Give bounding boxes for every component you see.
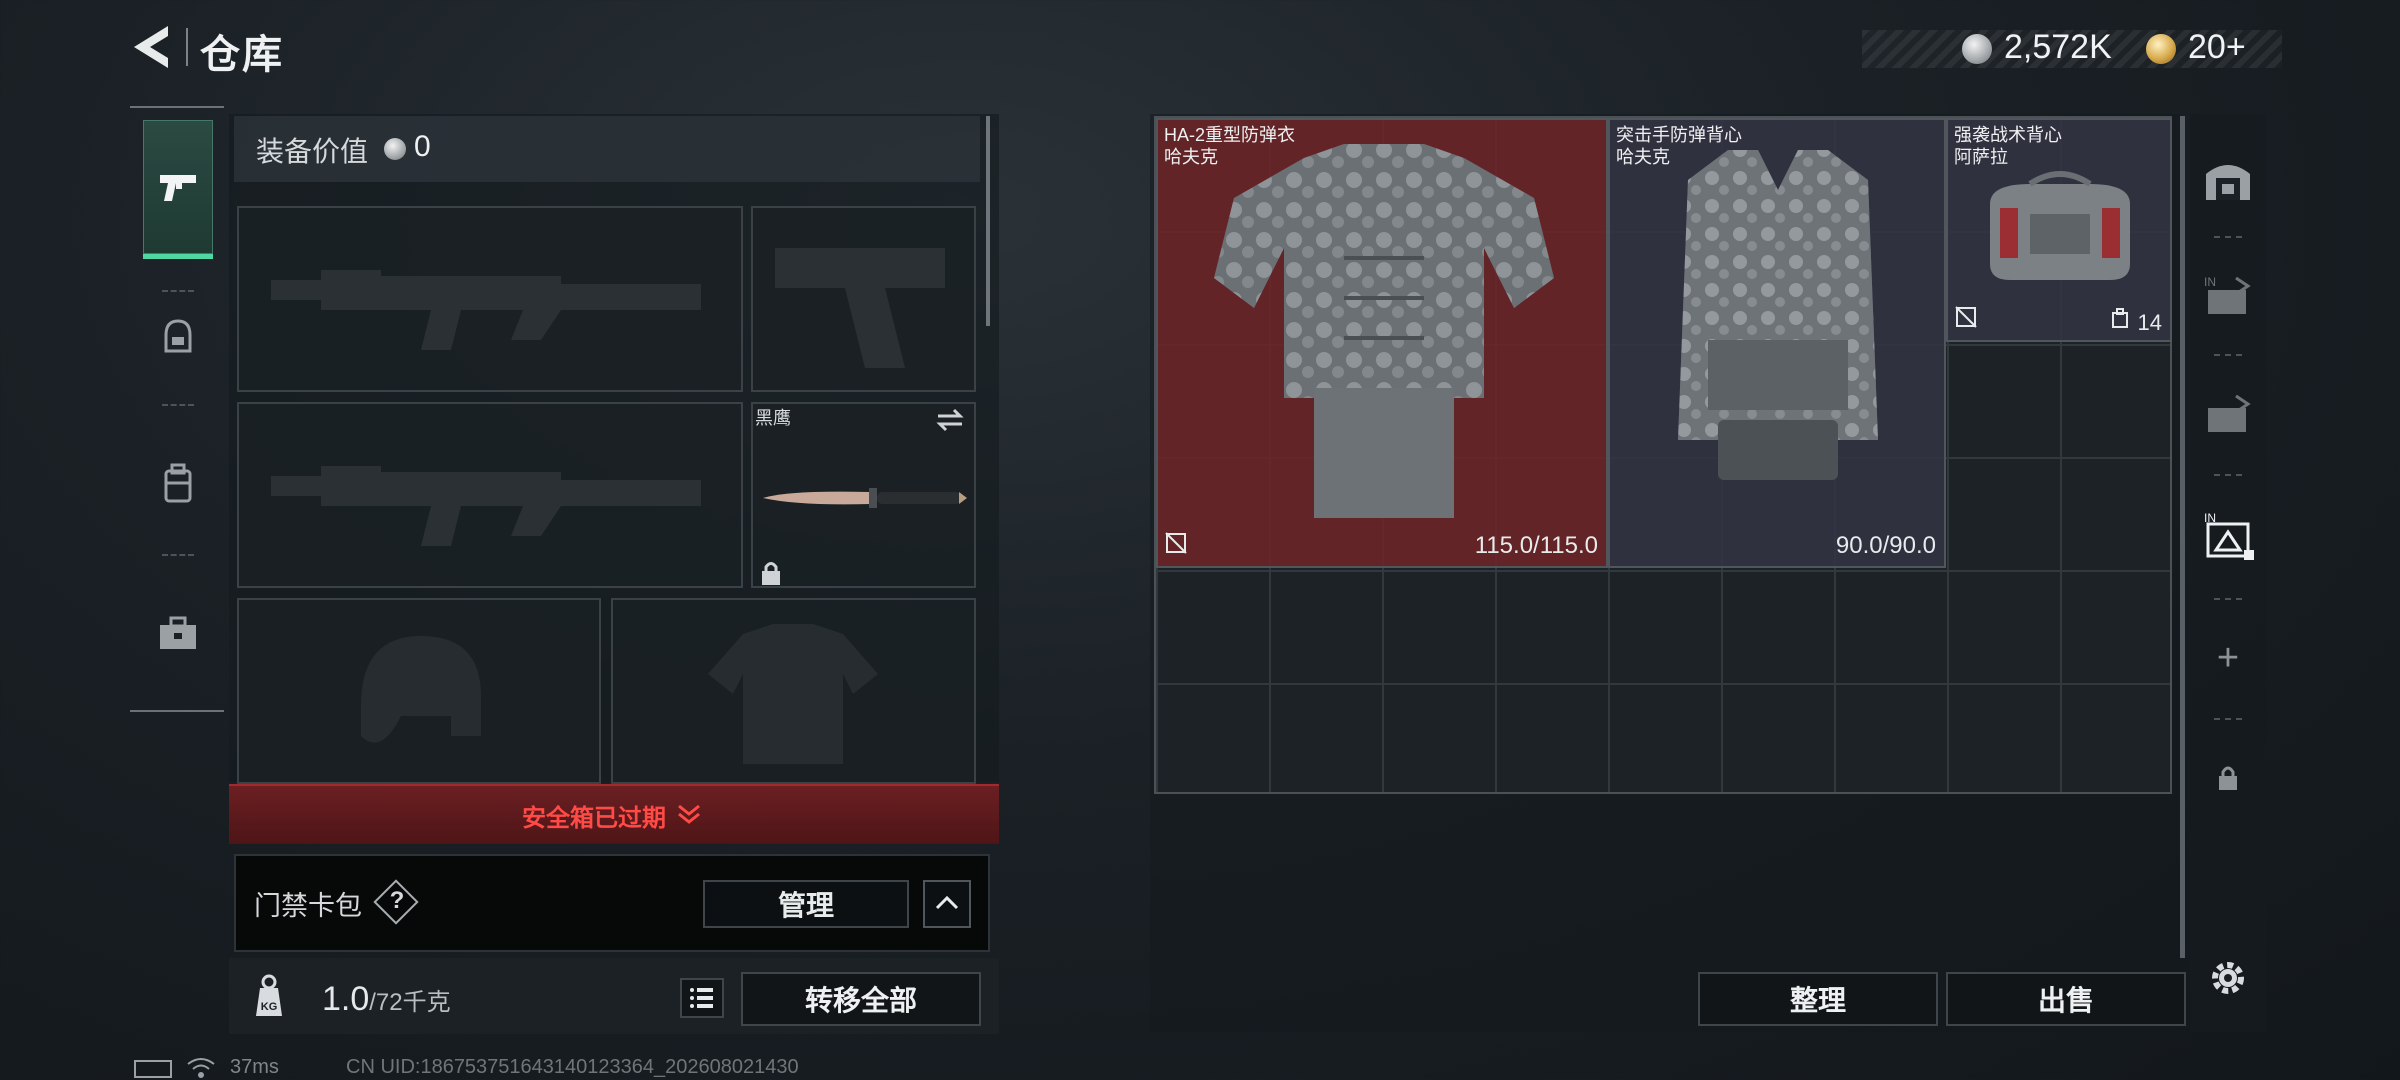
- weight-max: /72千克: [369, 989, 451, 1016]
- back-arrow-icon: [134, 26, 168, 68]
- swap-icon: [936, 408, 964, 432]
- body-armor-icon: [1214, 144, 1554, 518]
- rail-divider: [2214, 474, 2242, 476]
- knife-icon: [763, 488, 967, 508]
- gold-amount[interactable]: 20+: [2188, 28, 2246, 67]
- primary-weapon-slot[interactable]: [237, 206, 743, 392]
- rail-divider: [2214, 718, 2242, 720]
- weight-icon: KG: [236, 966, 302, 1028]
- backpack-icon: [164, 463, 192, 503]
- title-divider: [186, 28, 188, 66]
- help-symbol: ?: [389, 887, 405, 914]
- sell-button[interactable]: 出售: [1946, 972, 2186, 1026]
- chevron-down-icon: [676, 800, 702, 831]
- collapse-button[interactable]: [923, 880, 971, 928]
- settings-button[interactable]: [2192, 926, 2264, 1030]
- battery-icon: [134, 1060, 172, 1078]
- swap-button[interactable]: [934, 406, 966, 439]
- item-durability: 115.0/115.0: [1474, 532, 1598, 559]
- transfer-all-button[interactable]: 转移全部: [741, 972, 981, 1026]
- melee-name: 黑鹰: [755, 408, 791, 428]
- pistol-icon: [160, 175, 196, 201]
- item-name-block: 强袭战术背心 阿萨拉: [1954, 124, 2062, 168]
- chevron-up-icon: [935, 895, 959, 910]
- rail-divider: [2214, 236, 2242, 238]
- sort-button[interactable]: 整理: [1698, 972, 1938, 1026]
- wifi-icon: [186, 1056, 216, 1080]
- stash-item-tactical-rig[interactable]: 强袭战术背心 阿萨拉 14: [1946, 118, 2172, 342]
- rail-transfer-in-button[interactable]: IN: [2192, 244, 2264, 348]
- rail-divider: [2214, 598, 2242, 600]
- secondary-weapon-slot[interactable]: [237, 402, 743, 588]
- silver-coin-icon: [384, 138, 406, 160]
- stash-item-assault-vest[interactable]: 突击手防弹背心 哈夫克 90.0/90.0: [1608, 118, 1946, 568]
- no-insure-icon: [1954, 305, 1978, 334]
- back-button[interactable]: [128, 22, 176, 72]
- helmet-slot[interactable]: [237, 598, 601, 784]
- sidearm-slot[interactable]: [751, 206, 976, 392]
- tab-gear[interactable]: [143, 270, 213, 404]
- armor-vest-icon: [1678, 150, 1878, 480]
- transfer-in-icon: IN: [2204, 275, 2251, 314]
- rail-add-button[interactable]: +: [2192, 606, 2264, 710]
- silver-coin-icon: [1962, 34, 1992, 64]
- tab-backpack[interactable]: [143, 416, 213, 550]
- helmet-icon: [164, 319, 192, 353]
- player-uid: CN UID:1867537516431401233​64_2026080214…: [346, 1056, 799, 1078]
- stash-scrollbar[interactable]: [2180, 116, 2185, 958]
- rail-container-button[interactable]: IN: [2192, 484, 2264, 588]
- vault-icon: [2206, 165, 2250, 200]
- lock-icon: [2219, 766, 2237, 790]
- weight-readout: 1.0/72千克: [322, 980, 451, 1019]
- transfer-out-icon: [2208, 394, 2251, 432]
- vest-silhouette-icon: [708, 624, 878, 764]
- equip-value-label: 装备价值: [256, 136, 369, 167]
- page-title: 仓库: [200, 33, 284, 77]
- rail-transfer-out-button[interactable]: [2192, 362, 2264, 466]
- tab-weapons[interactable]: [143, 120, 213, 254]
- item-name: 强袭战术背心: [1954, 125, 2062, 145]
- helmet-silhouette-icon: [361, 636, 481, 743]
- tactical-rig-icon: [1990, 171, 2130, 280]
- svg-text:IN: IN: [2204, 275, 2216, 289]
- no-insure-icon: [1164, 531, 1188, 560]
- keycard-pack-label: 门禁卡包: [254, 891, 362, 921]
- armor-slot[interactable]: [611, 598, 976, 784]
- manage-button[interactable]: 管理: [703, 880, 909, 928]
- weight-current: 1.0: [322, 980, 370, 1018]
- ping-readout: 37ms: [230, 1056, 279, 1078]
- tab-supplies[interactable]: [143, 566, 213, 700]
- silver-amount: 2,572K: [2004, 28, 2112, 66]
- rail-vault-button[interactable]: [2192, 128, 2264, 232]
- item-capacity: 14: [2137, 310, 2162, 335]
- loadout-scrollbar[interactable]: [986, 116, 990, 326]
- safe-box-expired-text: 安全箱已过期: [522, 805, 666, 832]
- settings-icon: [2212, 962, 2244, 994]
- tab-divider: [162, 554, 194, 556]
- svg-text:KG: KG: [261, 1001, 278, 1013]
- rifle-silhouette-icon: [271, 466, 701, 546]
- list-icon: [690, 988, 713, 1008]
- item-durability: 90.0/90.0: [1835, 532, 1936, 559]
- tab-divider: [162, 404, 194, 406]
- lock-icon: [760, 560, 782, 591]
- pistol-silhouette-icon: [775, 248, 945, 368]
- gold-coin-icon: [2146, 34, 2176, 64]
- active-tab-indicator: [143, 254, 213, 259]
- rail-divider: [2214, 354, 2242, 356]
- capacity-icon: [2110, 307, 2130, 334]
- rifle-silhouette-icon: [271, 270, 701, 350]
- stash-item-heavy-armor[interactable]: HA-2重型防弹衣 哈夫克 115.0/115.0: [1156, 118, 1608, 568]
- svg-text:IN: IN: [2204, 511, 2216, 525]
- rail-lock-button[interactable]: [2192, 726, 2264, 830]
- container-active-icon: IN: [2204, 511, 2254, 560]
- equip-value-amount: 0: [414, 130, 431, 163]
- briefcase-icon: [160, 616, 196, 649]
- list-view-button[interactable]: [680, 978, 724, 1018]
